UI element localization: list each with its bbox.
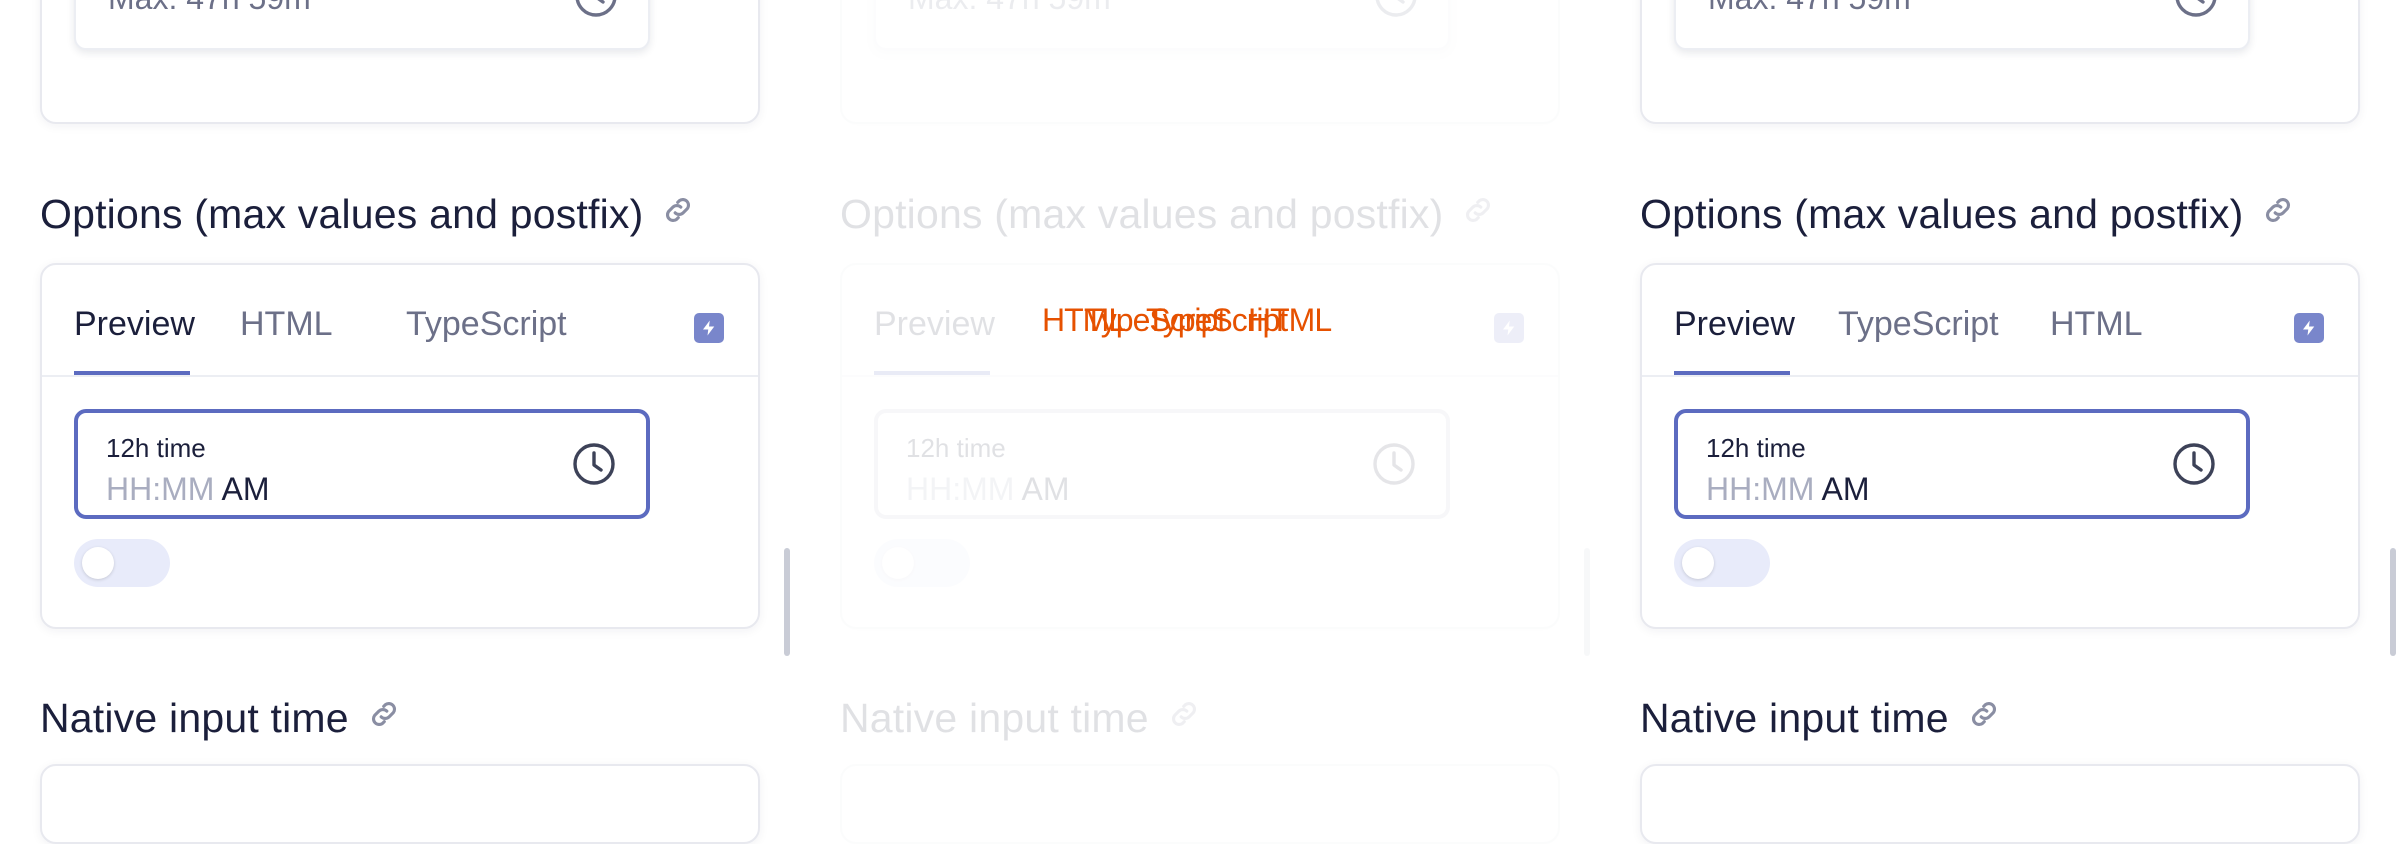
link-icon[interactable] [1167, 697, 1201, 738]
example-card: Max: 47h 59m [840, 0, 1560, 124]
tab-html[interactable]: HTML [240, 305, 333, 344]
time-input-label: 12h time [906, 433, 1006, 463]
section-title-native: Native input time [1640, 698, 2001, 739]
time-placeholder: HH:MM [1706, 471, 1815, 507]
stackblitz-icon[interactable] [1494, 313, 1524, 343]
panel-middle: Max: 47h 59m Options (max values and pos… [800, 0, 1600, 844]
clock-icon[interactable] [572, 0, 620, 20]
max-time-field[interactable]: Max: 47h 59m [1674, 0, 2250, 50]
tab-preview[interactable]: Preview [874, 305, 995, 344]
time-input-field[interactable]: 12h time HH:MM AM [1674, 409, 2250, 519]
section-title-text: Native input time [1640, 695, 1949, 741]
toggle-knob [82, 547, 114, 579]
time-postfix: AM [221, 471, 270, 507]
example-card [40, 764, 760, 844]
tab-html[interactable]: HTML [2050, 305, 2143, 344]
clock-icon[interactable] [2172, 0, 2220, 20]
tab-preview[interactable]: Preview [1674, 305, 1795, 344]
section-title-options: Options (max values and postfix) [1640, 194, 2295, 235]
max-time-value: Max: 47h 59m [908, 0, 1111, 17]
section-title-options: Options (max values and postfix) [40, 194, 695, 235]
time-postfix: AM [1021, 471, 1070, 507]
tab-divider [1642, 375, 2358, 377]
clock-icon[interactable] [570, 440, 618, 488]
demo-card: Preview HTML TypeScript 12h time HH:MM A… [40, 263, 760, 629]
time-input-field[interactable]: 12h time HH:MM AM [74, 409, 650, 519]
time-input-value[interactable]: HH:MM AM [106, 471, 270, 508]
overlay-label: HTML [1248, 302, 1332, 338]
tab-divider [842, 375, 1558, 377]
time-input-label: 12h time [106, 433, 206, 463]
clock-icon[interactable] [1370, 440, 1418, 488]
toggle-knob [882, 547, 914, 579]
section-title-text: Options (max values and postfix) [1640, 191, 2244, 237]
panel-right: Max: 47h 59m Options (max values and pos… [1600, 0, 2400, 844]
time-input-label: 12h time [1706, 433, 1806, 463]
section-title-native: Native input time [840, 698, 1201, 739]
clock-icon[interactable] [1372, 0, 1420, 20]
time-placeholder: HH:MM [106, 471, 215, 507]
example-card [840, 764, 1560, 844]
max-time-value: Max: 47h 59m [1708, 0, 1911, 17]
section-title-text: Native input time [840, 695, 1149, 741]
link-icon[interactable] [661, 193, 695, 234]
max-time-value: Max: 47h 59m [108, 0, 311, 17]
tab-preview[interactable]: Preview [74, 305, 195, 344]
link-icon[interactable] [2261, 193, 2295, 234]
stackblitz-icon[interactable] [2294, 313, 2324, 343]
time-input-field[interactable]: 12h time HH:MM AM [874, 409, 1450, 519]
example-card: Max: 47h 59m [1640, 0, 2360, 124]
link-icon[interactable] [1967, 697, 2001, 738]
scrollbar[interactable] [784, 548, 790, 656]
example-card: Max: 47h 59m [40, 0, 760, 124]
section-title-text: Options (max values and postfix) [40, 191, 644, 237]
toggle-switch[interactable] [874, 539, 970, 587]
section-title-text: Options (max values and postfix) [840, 191, 1444, 237]
demo-card: Preview TypeScript HTML 12h time HH:MM A… [1640, 263, 2360, 629]
panel-left: Max: 47h 59m Options (max values and pos… [0, 0, 800, 844]
stackblitz-icon[interactable] [694, 313, 724, 343]
scrollbar[interactable] [2390, 548, 2396, 656]
tab-typescript[interactable]: TypeScript [1838, 305, 1999, 344]
toggle-switch[interactable] [74, 539, 170, 587]
time-postfix: AM [1821, 471, 1870, 507]
scrollbar[interactable] [1584, 548, 1590, 656]
link-icon[interactable] [1461, 193, 1495, 234]
link-icon[interactable] [367, 697, 401, 738]
time-input-value[interactable]: HH:MM AM [1706, 471, 1870, 508]
max-time-field[interactable]: Max: 47h 59m [874, 0, 1450, 50]
toggle-switch[interactable] [1674, 539, 1770, 587]
max-time-field[interactable]: Max: 47h 59m [74, 0, 650, 50]
time-placeholder: HH:MM [906, 471, 1015, 507]
example-card [1640, 764, 2360, 844]
section-title-options: Options (max values and postfix) [840, 194, 1495, 235]
section-title-text: Native input time [40, 695, 349, 741]
time-input-value[interactable]: HH:MM AM [906, 471, 1070, 508]
clock-icon[interactable] [2170, 440, 2218, 488]
section-title-native: Native input time [40, 698, 401, 739]
tab-typescript[interactable]: TypeScript [406, 305, 567, 344]
tab-divider [42, 375, 758, 377]
toggle-knob [1682, 547, 1714, 579]
